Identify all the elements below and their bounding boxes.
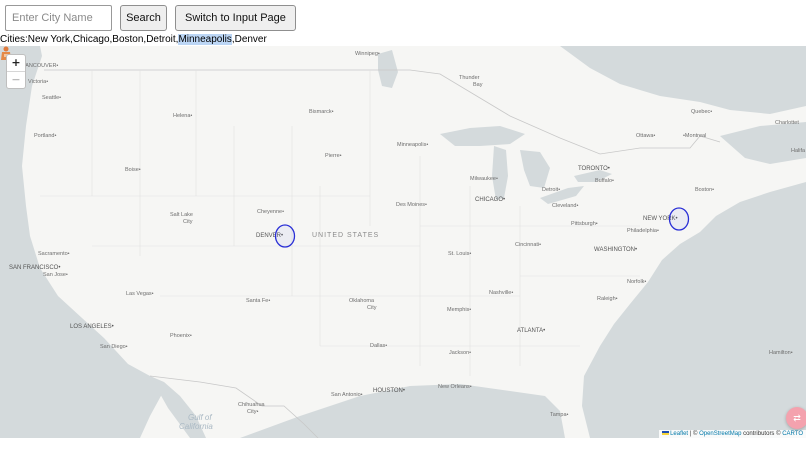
- cities-after: ,Denver: [231, 34, 267, 45]
- label-santa-fe: Santa Fe•: [246, 298, 271, 304]
- lake-michigan: [492, 146, 508, 200]
- label-seattle: Seattle•: [42, 95, 62, 101]
- label-sacramento: Sacramento•: [38, 251, 70, 257]
- pacific-ocean: [0, 46, 162, 438]
- label-minneapolis: Minneapolis•: [397, 142, 429, 148]
- label-boston: Boston•: [695, 187, 715, 193]
- label-los-angeles: LOS ANGELES•: [70, 324, 114, 330]
- label-halifax: Halifa: [791, 148, 806, 154]
- label-cleveland: Cleveland•: [552, 203, 579, 209]
- label-thunder-bay-1: Thunder: [459, 75, 480, 81]
- label-victoria: Victoria•: [28, 79, 49, 85]
- zoom-control: + −: [6, 54, 26, 89]
- label-denver: DENVER•: [256, 233, 284, 239]
- openstreetmap-link[interactable]: OpenStreetMap: [699, 431, 741, 437]
- translate-icon[interactable]: ⇄: [786, 407, 806, 429]
- zoom-out-button[interactable]: −: [7, 71, 25, 88]
- label-detroit: Detroit•: [542, 187, 561, 193]
- label-las-vegas: Las Vegas•: [126, 291, 154, 297]
- label-cincinnati: Cincinnati•: [515, 242, 542, 248]
- leaflet-link[interactable]: Leaflet: [670, 431, 688, 437]
- label-thunder-bay-2: Bay: [473, 82, 483, 88]
- lake-winnipeg: [378, 50, 398, 88]
- label-norfolk: Norfolk•: [627, 279, 647, 285]
- label-ottawa: Ottawa•: [636, 133, 656, 139]
- label-chihuahua-1: Chihuahua: [238, 402, 265, 408]
- zoom-in-button[interactable]: +: [7, 55, 25, 71]
- label-pierre: Pierre•: [325, 153, 342, 159]
- label-memphis: Memphis•: [447, 307, 472, 313]
- label-gulf-1: Gulf of: [188, 413, 212, 422]
- lake-huron: [520, 150, 550, 188]
- cities-prefix: Cities:: [0, 34, 28, 45]
- label-hamilton: Hamilton•: [769, 350, 793, 356]
- label-winnipeg: Winnipeg•: [355, 51, 380, 57]
- map-base-layer: [0, 46, 806, 438]
- cities-highlighted: Minneapolis: [178, 34, 232, 45]
- cities-list-text: Cities:New York,Chicago,Boston,Detroit,M…: [0, 34, 267, 45]
- switch-to-input-page-button[interactable]: Switch to Input Page: [175, 5, 296, 31]
- label-chihuahua-2: City•: [247, 409, 259, 415]
- label-houston: HOUSTON•: [373, 388, 405, 394]
- attribution-contributors: contributors ©: [741, 431, 783, 437]
- map-attribution: Leaflet | © OpenStreetMap contributors ©…: [659, 430, 806, 438]
- cities-before: New York,Chicago,Boston,Detroit,: [27, 34, 179, 45]
- label-philadelphia: Philadelphia•: [627, 228, 659, 234]
- label-gulf-2: California: [179, 422, 213, 431]
- search-button[interactable]: Search: [120, 5, 167, 31]
- label-tampa: Tampa•: [550, 412, 569, 418]
- label-st-louis: St. Louis•: [448, 251, 472, 257]
- label-san-jose: San Jose•: [43, 272, 68, 278]
- label-atlanta: ATLANTA•: [517, 328, 546, 334]
- label-dallas: Dallas•: [370, 343, 388, 349]
- label-san-francisco: SAN FRANCISCO•: [9, 265, 61, 271]
- label-raleigh: Raleigh•: [597, 296, 618, 302]
- label-quebec: Quebec•: [691, 109, 713, 115]
- label-portland: Portland•: [34, 133, 57, 139]
- label-nashville: Nashville•: [489, 290, 514, 296]
- label-vancouver: VANCOUVER•: [22, 63, 59, 69]
- label-new-york: NEW YORK•: [643, 216, 678, 222]
- label-oklahoma-1: Oklahoma: [349, 298, 375, 304]
- label-cheyenne: Cheyenne•: [257, 209, 285, 215]
- label-country: UNITED STATES: [312, 232, 380, 239]
- label-charlottetown: Charlottet: [775, 120, 799, 126]
- atlantic-ocean: [582, 182, 806, 438]
- label-milwaukee: Milwaukee•: [470, 176, 498, 182]
- label-salt-lake-1: Salt Lake: [170, 212, 193, 218]
- label-toronto: TORONTO•: [578, 166, 610, 172]
- lake-superior: [440, 126, 525, 146]
- search-toolbar: Search Switch to Input Page: [5, 5, 296, 31]
- label-bismarck: Bismarck•: [309, 109, 334, 115]
- city-name-input[interactable]: [5, 5, 112, 31]
- label-chicago: CHICAGO•: [475, 197, 506, 203]
- label-jackson: Jackson•: [449, 350, 472, 356]
- label-pittsburgh: Pittsburgh•: [571, 221, 598, 227]
- label-san-diego: San Diego•: [100, 344, 128, 350]
- carto-link[interactable]: CARTO: [782, 431, 803, 437]
- hudson-bay: [560, 46, 806, 114]
- label-san-antonio: San Antonio•: [331, 392, 363, 398]
- attribution-sep: | ©: [688, 431, 700, 437]
- map-view[interactable]: VANCOUVER• Victoria• Seattle• Portland• …: [0, 46, 806, 438]
- gulf-st-lawrence: [720, 122, 806, 164]
- label-washington: WASHINGTON•: [594, 247, 638, 253]
- ukraine-flag-icon: [662, 431, 670, 436]
- label-helena: Helena•: [173, 113, 193, 119]
- state-borders: [40, 70, 640, 376]
- label-buffalo: Buffalo•: [595, 178, 614, 184]
- label-oklahoma-2: City: [367, 305, 377, 311]
- label-boise: Boise•: [125, 167, 141, 173]
- label-salt-lake-2: City: [183, 219, 193, 225]
- label-montreal: •Montreal: [683, 133, 707, 139]
- label-phoenix: Phoenix•: [170, 333, 192, 339]
- label-new-orleans: New Orleans•: [438, 384, 472, 390]
- label-des-moines: Des Moines•: [396, 202, 427, 208]
